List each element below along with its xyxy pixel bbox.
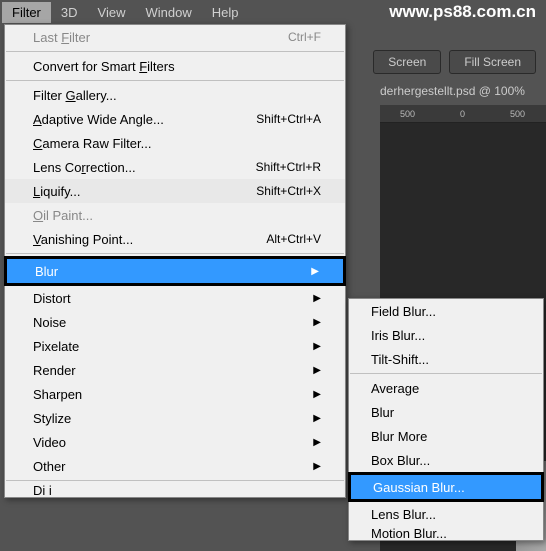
submenu-blur[interactable]: Blur <box>349 400 543 424</box>
submenu-arrow-icon: ▶ <box>313 341 321 352</box>
menu-stylize[interactable]: Stylize▶ <box>5 406 345 430</box>
menu-help[interactable]: Help <box>202 2 249 23</box>
submenu-arrow-icon: ▶ <box>313 413 321 424</box>
fill-screen-button[interactable]: Fill Screen <box>449 50 536 74</box>
submenu-gaussian-blur[interactable]: Gaussian Blur... <box>351 475 541 499</box>
menu-convert-smart[interactable]: Convert for Smart Filters <box>5 54 345 78</box>
menu-separator <box>6 253 344 254</box>
shortcut-label: Shift+Ctrl+R <box>256 160 321 174</box>
menu-lens-correction[interactable]: Lens Correction... Shift+Ctrl+R <box>5 155 345 179</box>
menu-vanishing-point[interactable]: Vanishing Point... Alt+Ctrl+V <box>5 227 345 251</box>
submenu-arrow-icon: ▶ <box>313 365 321 376</box>
document-tab[interactable]: derhergestellt.psd @ 100% <box>380 84 525 98</box>
menu-cutoff[interactable]: Di i <box>5 483 345 497</box>
menu-separator <box>350 373 542 374</box>
ruler-tick: 500 <box>380 109 435 119</box>
menu-other[interactable]: Other▶ <box>5 454 345 478</box>
menu-render[interactable]: Render▶ <box>5 358 345 382</box>
submenu-arrow-icon: ▶ <box>313 461 321 472</box>
menu-filter-gallery[interactable]: Filter Gallery... <box>5 83 345 107</box>
menu-separator <box>6 51 344 52</box>
screen-button[interactable]: Screen <box>373 50 441 74</box>
menu-adaptive-wide[interactable]: Adaptive Wide Angle... Shift+Ctrl+A <box>5 107 345 131</box>
menu-camera-raw[interactable]: Camera Raw Filter... <box>5 131 345 155</box>
submenu-lens-blur[interactable]: Lens Blur... <box>349 502 543 526</box>
ruler-tick: 0 <box>435 109 490 119</box>
menu-window[interactable]: Window <box>135 2 201 23</box>
menu-liquify[interactable]: Liquify... Shift+Ctrl+X <box>5 179 345 203</box>
submenu-blur-more[interactable]: Blur More <box>349 424 543 448</box>
menu-separator <box>6 80 344 81</box>
menu-view[interactable]: View <box>88 2 136 23</box>
gaussian-highlight-box: Gaussian Blur... <box>348 472 544 502</box>
menu-oil-paint: Oil Paint... <box>5 203 345 227</box>
menu-blur[interactable]: Blur▶ <box>7 259 343 283</box>
blur-submenu: Field Blur... Iris Blur... Tilt-Shift...… <box>348 298 544 541</box>
submenu-box-blur[interactable]: Box Blur... <box>349 448 543 472</box>
menu-last-filter: Last Filter Ctrl+F <box>5 25 345 49</box>
shortcut-label: Alt+Ctrl+V <box>266 232 321 246</box>
submenu-tilt-shift[interactable]: Tilt-Shift... <box>349 347 543 371</box>
filter-dropdown: Last Filter Ctrl+F Convert for Smart Fil… <box>4 24 346 498</box>
watermark-text: www.ps88.com.cn <box>389 2 536 22</box>
submenu-arrow-icon: ▶ <box>313 293 321 304</box>
submenu-field-blur[interactable]: Field Blur... <box>349 299 543 323</box>
submenu-iris-blur[interactable]: Iris Blur... <box>349 323 543 347</box>
ruler-tick: 500 <box>490 109 545 119</box>
menu-separator <box>6 480 344 481</box>
toolbar: Screen Fill Screen <box>373 50 536 74</box>
menu-video[interactable]: Video▶ <box>5 430 345 454</box>
shortcut-label: Ctrl+F <box>288 30 321 44</box>
horizontal-ruler: 500 0 500 <box>380 105 546 123</box>
submenu-motion-blur[interactable]: Motion Blur... <box>349 526 543 540</box>
shortcut-label: Shift+Ctrl+X <box>256 184 321 198</box>
blur-highlight-box: Blur▶ <box>4 256 346 286</box>
menu-noise[interactable]: Noise▶ <box>5 310 345 334</box>
submenu-arrow-icon: ▶ <box>313 437 321 448</box>
menu-pixelate[interactable]: Pixelate▶ <box>5 334 345 358</box>
menu-sharpen[interactable]: Sharpen▶ <box>5 382 345 406</box>
submenu-average[interactable]: Average <box>349 376 543 400</box>
menu-3d[interactable]: 3D <box>51 2 88 23</box>
menu-filter[interactable]: Filter <box>2 2 51 23</box>
submenu-arrow-icon: ▶ <box>313 317 321 328</box>
shortcut-label: Shift+Ctrl+A <box>256 112 321 126</box>
submenu-arrow-icon: ▶ <box>311 266 319 277</box>
submenu-arrow-icon: ▶ <box>313 389 321 400</box>
menu-distort[interactable]: Distort▶ <box>5 286 345 310</box>
